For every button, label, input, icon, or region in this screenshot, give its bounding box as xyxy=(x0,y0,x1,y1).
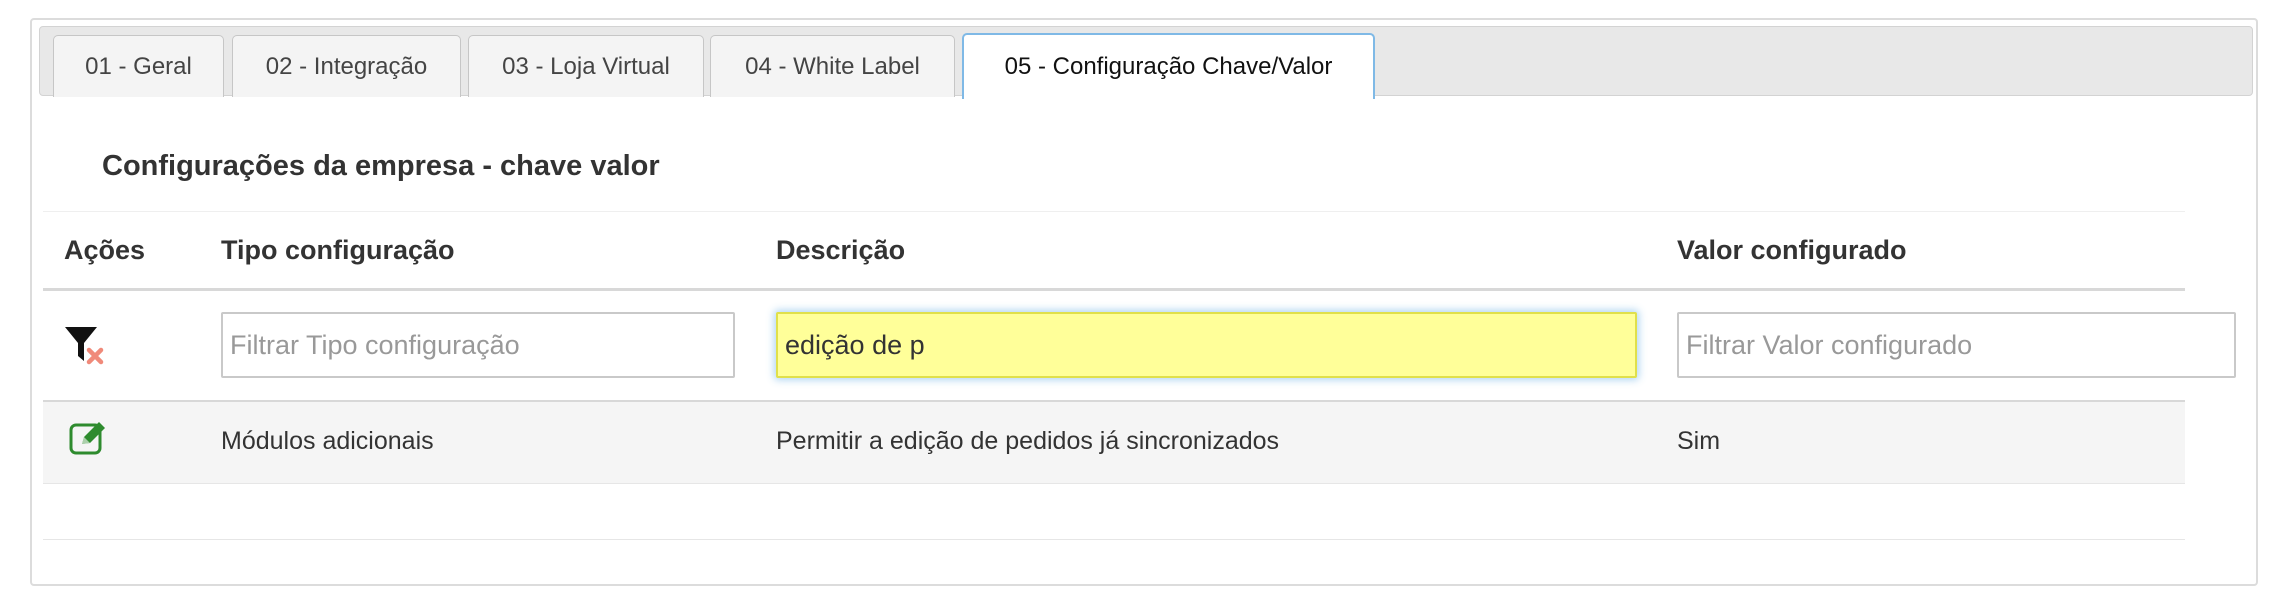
tab-integracao[interactable]: 02 - Integração xyxy=(232,35,461,97)
tab-loja-virtual[interactable]: 03 - Loja Virtual xyxy=(468,35,704,97)
clear-filter-button[interactable] xyxy=(63,325,107,365)
config-table: Ações Tipo configuração Descrição Valor … xyxy=(43,211,2236,502)
filter-row xyxy=(43,291,2236,402)
table-footer-divider xyxy=(43,539,2185,540)
header-value[interactable]: Valor configurado xyxy=(1677,212,1907,289)
filter-clear-icon xyxy=(65,327,104,365)
filter-value-input[interactable] xyxy=(1677,312,2236,378)
cell-value: Sim xyxy=(1677,426,1721,455)
header-description[interactable]: Descrição xyxy=(776,212,905,289)
table-header: Ações Tipo configuração Descrição Valor … xyxy=(43,211,2185,291)
edit-icon xyxy=(69,422,105,455)
header-type[interactable]: Tipo configuração xyxy=(221,212,455,289)
section-title: Configurações da empresa - chave valor xyxy=(102,150,660,182)
header-actions: Ações xyxy=(64,235,146,265)
table-row: Módulos adicionais Permitir a edição de … xyxy=(43,402,2185,484)
filter-type-input[interactable] xyxy=(221,312,735,378)
filter-description-input[interactable] xyxy=(776,312,1637,378)
cell-description: Permitir a edição de pedidos já sincroni… xyxy=(776,426,1280,455)
tab-bar: 01 - Geral 02 - Integração 03 - Loja Vir… xyxy=(39,26,2253,99)
cell-type: Módulos adicionais xyxy=(221,426,434,455)
tab-geral[interactable]: 01 - Geral xyxy=(53,35,224,97)
edit-button[interactable] xyxy=(69,420,109,456)
tab-white-label[interactable]: 04 - White Label xyxy=(710,35,955,97)
tab-configuracao-chave-valor[interactable]: 05 - Configuração Chave/Valor xyxy=(962,33,1375,99)
